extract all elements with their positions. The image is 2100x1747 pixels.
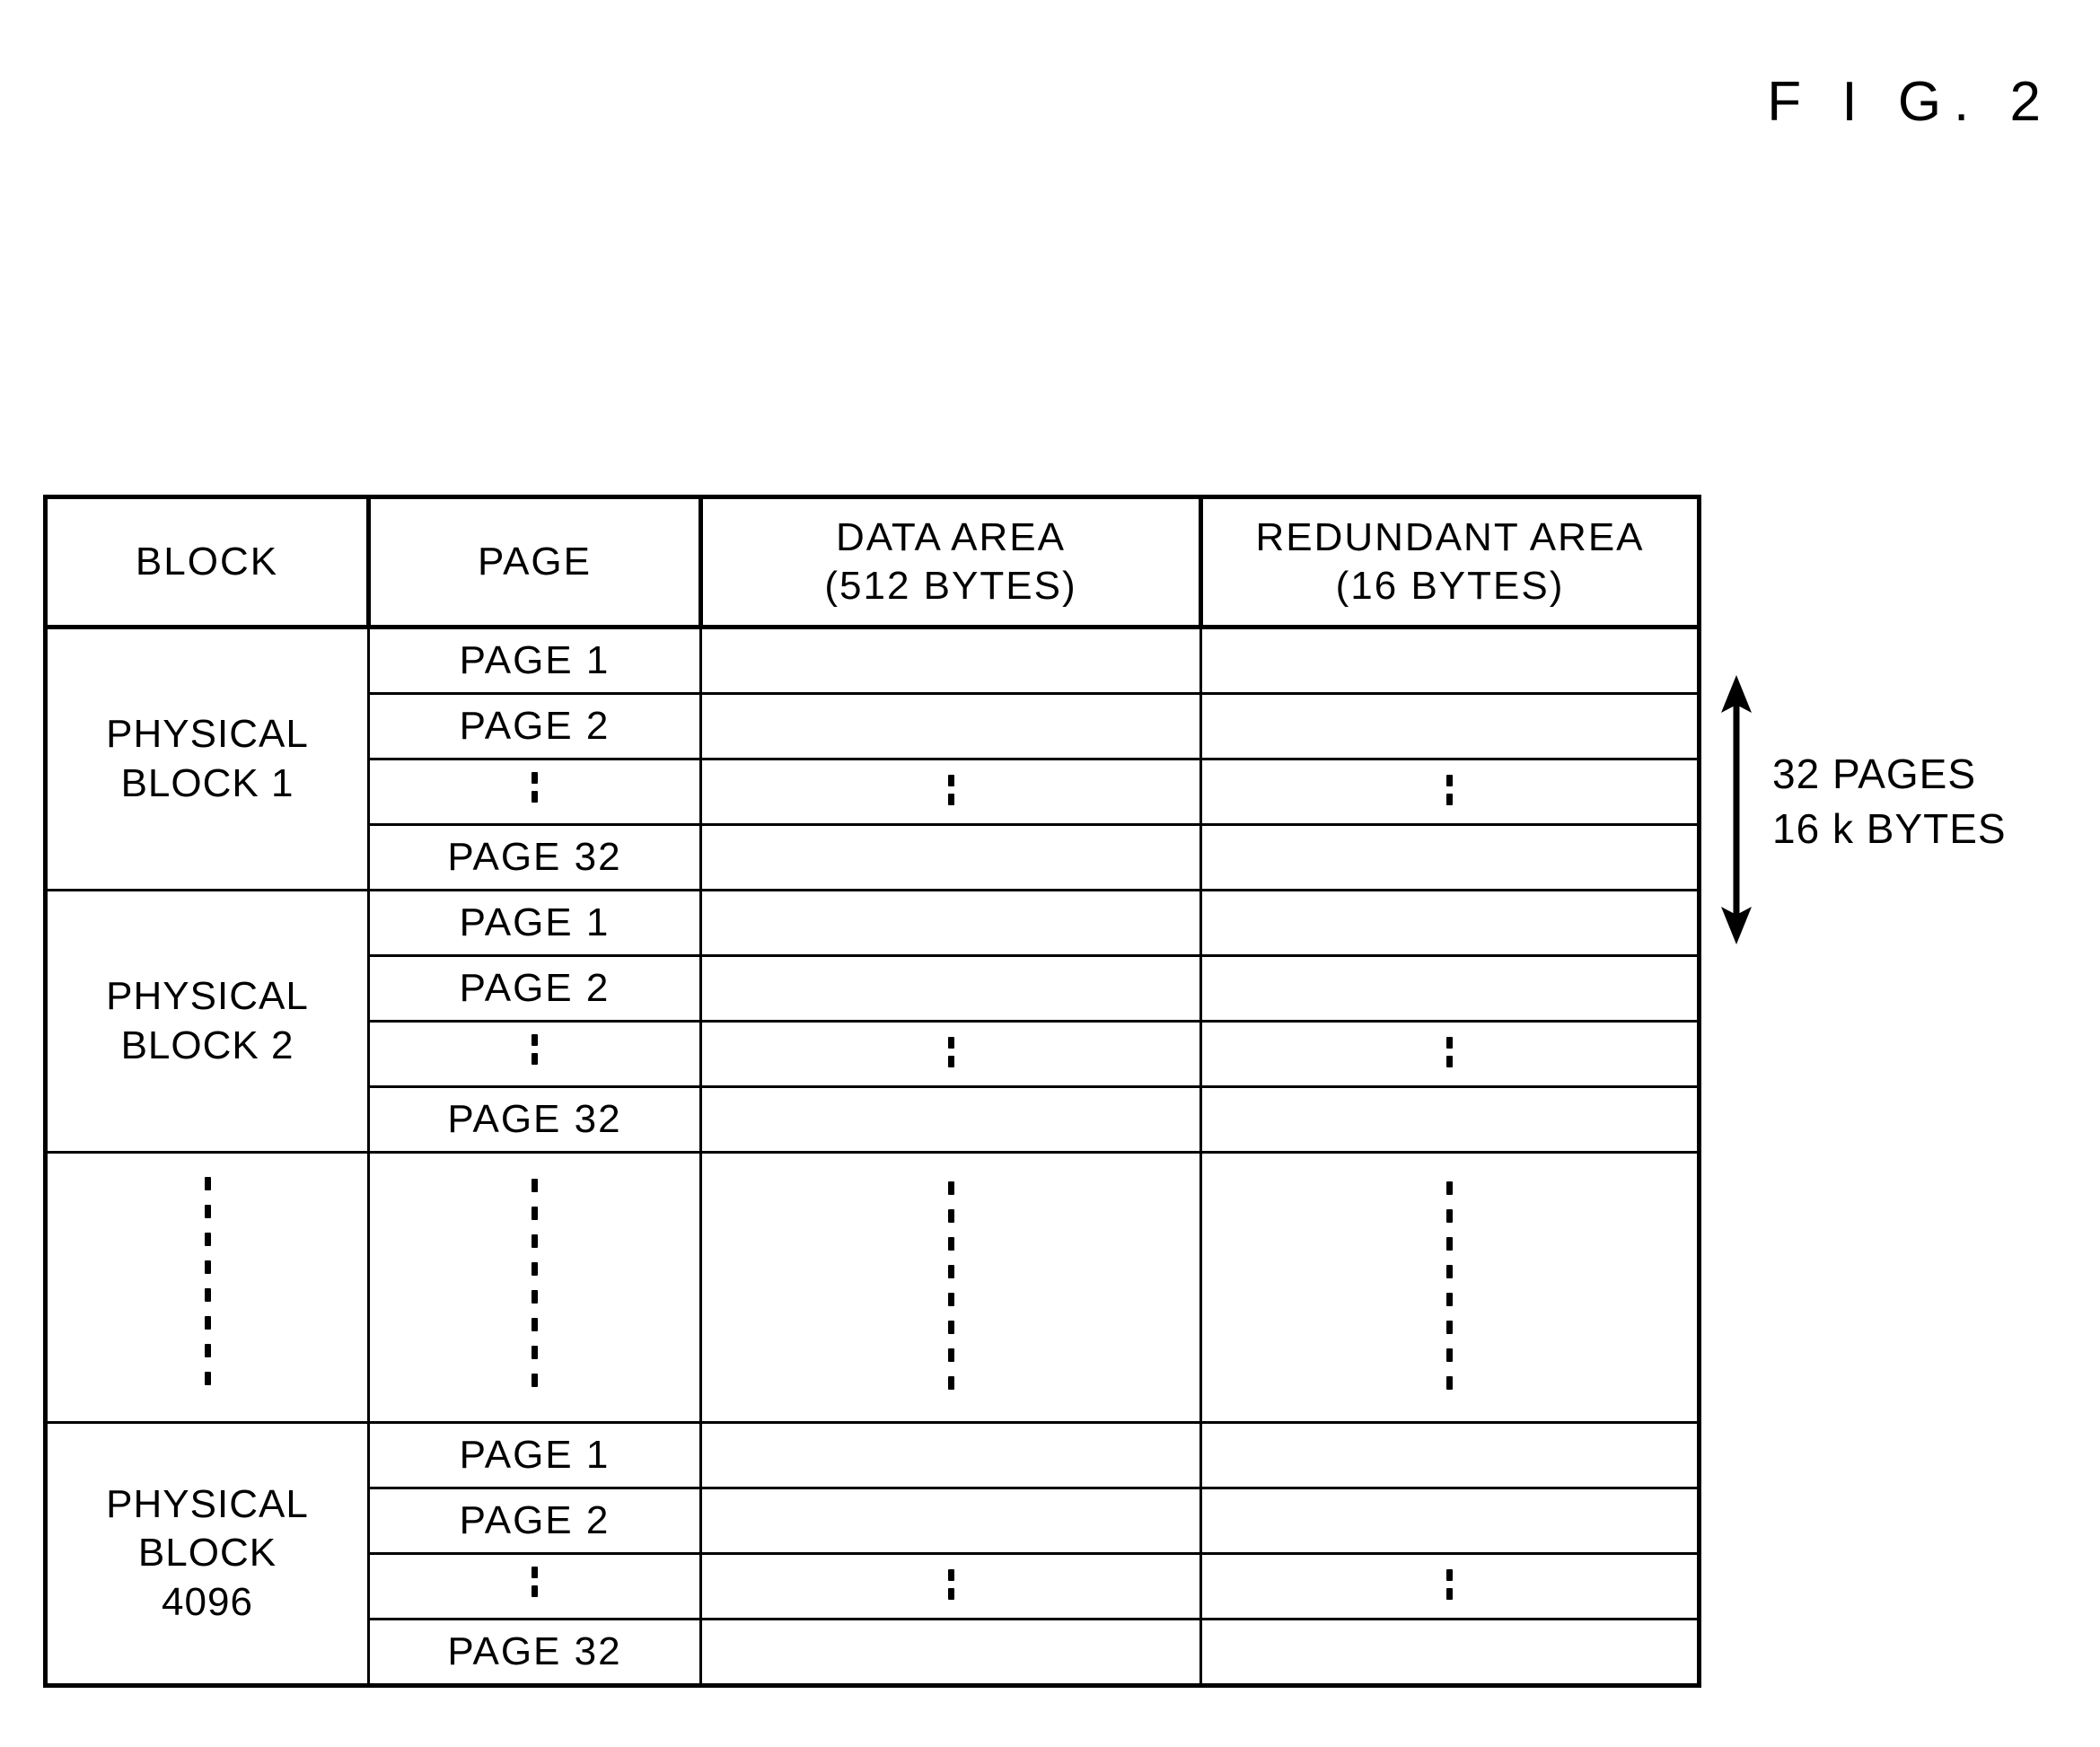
column-header-redundant-area: REDUNDANT AREA (16 BYTES) <box>1199 495 1701 629</box>
page-label-cell: PAGE 1 <box>367 626 702 695</box>
redundant-area-cell <box>1199 1487 1700 1555</box>
block-label-line: BLOCK 1 <box>120 760 294 805</box>
column-header-page: PAGE <box>366 495 703 629</box>
data-area-cell <box>699 1618 1202 1687</box>
vertical-ellipsis-icon <box>947 1562 954 1607</box>
data-area-cell <box>699 1151 1202 1424</box>
block-size-annotation: 32 PAGES 16 k BYTES <box>1717 675 2094 944</box>
page-label-cell <box>367 758 702 826</box>
redundant-area-cell <box>1199 1552 1700 1620</box>
vertical-ellipsis-icon <box>532 1559 538 1604</box>
page-label-cell: PAGE 2 <box>367 1487 702 1555</box>
block-label-line: PHYSICAL <box>106 973 309 1018</box>
vertical-ellipsis-icon <box>532 1164 538 1401</box>
redundant-area-cell <box>1199 889 1700 957</box>
column-header-page-label: PAGE <box>477 540 592 584</box>
redundant-area-cell <box>1199 1085 1700 1154</box>
column-header-data-area-line2: (512 BYTES) <box>824 564 1077 608</box>
vertical-ellipsis-icon <box>1446 1167 1453 1404</box>
data-area-cell <box>699 1421 1202 1489</box>
vertical-ellipsis-icon <box>947 768 954 812</box>
table-row: PHYSICAL BLOCK 2 PAGE 1 <box>44 889 1700 1154</box>
redundant-area-cell <box>1199 1421 1700 1489</box>
column-header-block: BLOCK <box>43 495 371 629</box>
redundant-area-cell <box>1199 1020 1700 1088</box>
block-label-line: BLOCK <box>137 1531 277 1576</box>
page-label-cell <box>367 1020 702 1088</box>
table-row <box>44 1151 1700 1424</box>
page-label-cell: PAGE 2 <box>367 692 702 760</box>
redundant-area-cell <box>1199 1618 1700 1687</box>
page-label-cell <box>367 1151 702 1424</box>
double-headed-arrow-icon <box>1721 675 1752 944</box>
data-area-cell <box>699 1552 1202 1620</box>
data-area-cell <box>699 954 1202 1023</box>
vertical-ellipsis-icon <box>947 1030 954 1075</box>
table-body: PHYSICAL BLOCK 1 PAGE 1 PAGE 2 PAGE 32 PHYSIC… <box>44 626 1700 1687</box>
data-area-cell <box>699 1085 1202 1154</box>
redundant-area-cell <box>1199 692 1700 760</box>
data-area-cell <box>699 823 1202 891</box>
block-label-line: BLOCK 2 <box>120 1023 294 1067</box>
page-label-cell: PAGE 1 <box>367 889 702 957</box>
block-label-cell: PHYSICAL BLOCK 4096 <box>44 1421 370 1687</box>
block-label-line: PHYSICAL <box>106 711 309 756</box>
block-label-cell <box>44 1151 370 1424</box>
redundant-area-cell <box>1199 758 1700 826</box>
vertical-ellipsis-icon <box>1446 1030 1453 1075</box>
vertical-ellipsis-icon <box>1446 1562 1453 1607</box>
column-header-block-label: BLOCK <box>135 540 279 584</box>
redundant-area-cell <box>1199 626 1700 695</box>
table-row: PHYSICAL BLOCK 1 PAGE 1 <box>44 626 1700 891</box>
block-label-cell: PHYSICAL BLOCK 2 <box>44 889 370 1154</box>
vertical-ellipsis-icon <box>532 1027 538 1072</box>
data-area-cell <box>699 626 1202 695</box>
table-header-row: BLOCK PAGE DATA AREA (512 BYTES) REDUNDA… <box>43 495 1701 629</box>
redundant-area-cell <box>1199 823 1700 891</box>
vertical-ellipsis-icon <box>204 1163 211 1400</box>
block-label-line: PHYSICAL <box>106 1481 309 1526</box>
data-area-cell <box>699 692 1202 760</box>
block-label-line: 4096 <box>162 1579 253 1624</box>
page-label-cell: PAGE 32 <box>367 1085 702 1154</box>
memory-map-table: BLOCK PAGE DATA AREA (512 BYTES) REDUNDA… <box>43 495 1701 1688</box>
redundant-area-cell <box>1199 1151 1700 1424</box>
column-header-data-area: DATA AREA (512 BYTES) <box>699 495 1203 629</box>
column-header-redundant-area-line2: (16 BYTES) <box>1335 564 1565 608</box>
block-size-annotation-label: 32 PAGES 16 k BYTES <box>1772 747 2007 856</box>
data-area-cell <box>699 758 1202 826</box>
figure-title: F I G. 2 <box>1767 71 2053 133</box>
annotation-line: 16 k BYTES <box>1772 804 2007 852</box>
column-header-redundant-area-line1: REDUNDANT AREA <box>1255 515 1645 560</box>
table-row: PHYSICAL BLOCK 4096 PAGE 1 <box>44 1421 1700 1687</box>
page-label-cell: PAGE 1 <box>367 1421 702 1489</box>
table-header: BLOCK PAGE DATA AREA (512 BYTES) REDUNDA… <box>43 495 1701 629</box>
data-area-cell <box>699 1487 1202 1555</box>
annotation-line: 32 PAGES <box>1772 751 1977 797</box>
page-label-cell: PAGE 2 <box>367 954 702 1023</box>
vertical-ellipsis-icon <box>947 1167 954 1404</box>
page-label-cell <box>367 1552 702 1620</box>
column-header-data-area-line1: DATA AREA <box>835 515 1066 560</box>
page-label-cell: PAGE 32 <box>367 1618 702 1687</box>
data-area-cell <box>699 1020 1202 1088</box>
redundant-area-cell <box>1199 954 1700 1023</box>
vertical-ellipsis-icon <box>532 765 538 810</box>
vertical-ellipsis-icon <box>1446 768 1453 812</box>
data-area-cell <box>699 889 1202 957</box>
block-label-cell: PHYSICAL BLOCK 1 <box>44 626 370 891</box>
page-label-cell: PAGE 32 <box>367 823 702 891</box>
